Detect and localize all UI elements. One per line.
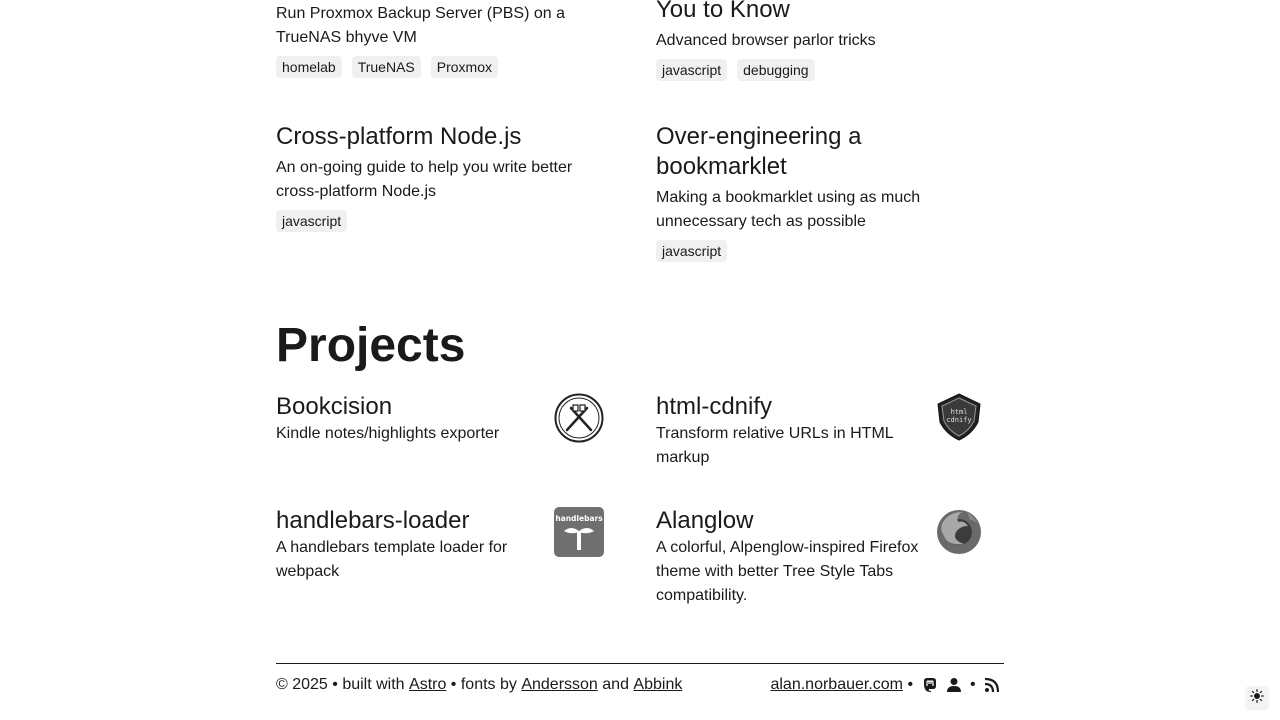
project-text: Alanglow A colorful, Alpenglow-inspired …: [656, 506, 932, 608]
post-description: Advanced browser parlor tricks: [656, 32, 876, 49]
footer: © 2025 • built with Astro • fonts by And…: [276, 673, 1004, 697]
sun-icon: [1250, 688, 1264, 708]
bookcision-logo-icon[interactable]: [554, 393, 604, 443]
post-card[interactable]: You to Know Advanced browser parlor tric…: [656, 0, 996, 81]
footer-copyright: © 2025 • built with: [276, 676, 410, 693]
project-card[interactable]: html-cdnify Transform relative URLs in H…: [656, 392, 984, 492]
project-text: html-cdnify Transform relative URLs in H…: [656, 392, 916, 470]
project-description: Kindle notes/highlights exporter: [276, 425, 500, 442]
svg-text:cdnify: cdnify: [946, 416, 971, 424]
svg-text:html: html: [951, 408, 968, 416]
project-text: handlebars-loader A handlebars template …: [276, 506, 538, 584]
project-description: A colorful, Alpenglow-inspired Firefox t…: [656, 539, 919, 604]
project-description: A handlebars template loader for webpack: [276, 539, 508, 580]
tag[interactable]: javascript: [656, 240, 728, 262]
astro-link[interactable]: Astro: [409, 673, 446, 697]
project-card[interactable]: Alanglow A colorful, Alpenglow-inspired …: [656, 506, 984, 606]
post-title[interactable]: Cross-platform Node.js: [276, 122, 616, 152]
post-description: An on-going guide to help you write bett…: [276, 159, 573, 200]
rss-icon[interactable]: [983, 676, 1001, 694]
footer-credits: © 2025 • built with Astro • fonts by And…: [276, 673, 682, 697]
mastodon-icon[interactable]: [921, 676, 939, 694]
tag[interactable]: TrueNAS: [351, 56, 421, 78]
tag[interactable]: Proxmox: [430, 56, 498, 78]
person-icon[interactable]: [945, 676, 963, 694]
footer-bullet: •: [903, 676, 918, 693]
post-description: Run Proxmox Backup Server (PBS) on a Tru…: [276, 5, 566, 46]
project-card[interactable]: Bookcision Kindle notes/highlights expor…: [276, 392, 606, 492]
project-title[interactable]: Alanglow: [656, 506, 932, 536]
post-title[interactable]: Over-engineering a bookmarklet: [656, 122, 956, 182]
tag[interactable]: homelab: [276, 56, 342, 78]
footer-fonts-text: • fonts by: [446, 676, 522, 693]
tag[interactable]: javascript: [276, 210, 348, 232]
post-card[interactable]: Run Proxmox Backup Server (PBS) on a Tru…: [276, 2, 616, 78]
post-description: Making a bookmarklet using as much unnec…: [656, 189, 921, 230]
footer-divider: [276, 663, 1004, 664]
handlebars-logo-icon[interactable]: handlebars: [554, 507, 604, 557]
firefox-logo-icon[interactable]: [934, 506, 984, 556]
tag[interactable]: javascript: [656, 59, 728, 81]
post-title[interactable]: You to Know: [656, 0, 996, 25]
post-card[interactable]: Over-engineering a bookmarklet Making a …: [656, 122, 956, 262]
project-title[interactable]: html-cdnify: [656, 392, 916, 422]
footer-and-text: and: [597, 676, 634, 693]
tag[interactable]: debugging: [737, 59, 815, 81]
svg-text:handlebars: handlebars: [555, 514, 603, 523]
abbink-link[interactable]: Abbink: [633, 673, 682, 697]
theme-toggle-button[interactable]: [1245, 686, 1269, 710]
andersson-link[interactable]: Andersson: [521, 673, 598, 697]
site-link[interactable]: alan.norbauer.com: [770, 673, 903, 697]
project-title[interactable]: Bookcision: [276, 392, 546, 422]
post-tags: homelab TrueNAS Proxmox: [276, 56, 616, 78]
post-tags: javascript: [276, 210, 616, 232]
project-card[interactable]: handlebars-loader A handlebars template …: [276, 506, 606, 606]
footer-bullet: •: [965, 676, 980, 693]
project-text: Bookcision Kindle notes/highlights expor…: [276, 392, 546, 446]
post-tags: javascript debugging: [656, 59, 996, 81]
projects-heading: Projects: [276, 319, 466, 372]
project-title[interactable]: handlebars-loader: [276, 506, 538, 536]
project-description: Transform relative URLs in HTML markup: [656, 425, 894, 466]
post-tags: javascript: [656, 240, 956, 262]
html-cdnify-shield-logo-icon[interactable]: html cdnify: [934, 392, 984, 442]
footer-links: alan.norbauer.com • •: [770, 673, 1004, 697]
post-card[interactable]: Cross-platform Node.js An on-going guide…: [276, 122, 616, 232]
